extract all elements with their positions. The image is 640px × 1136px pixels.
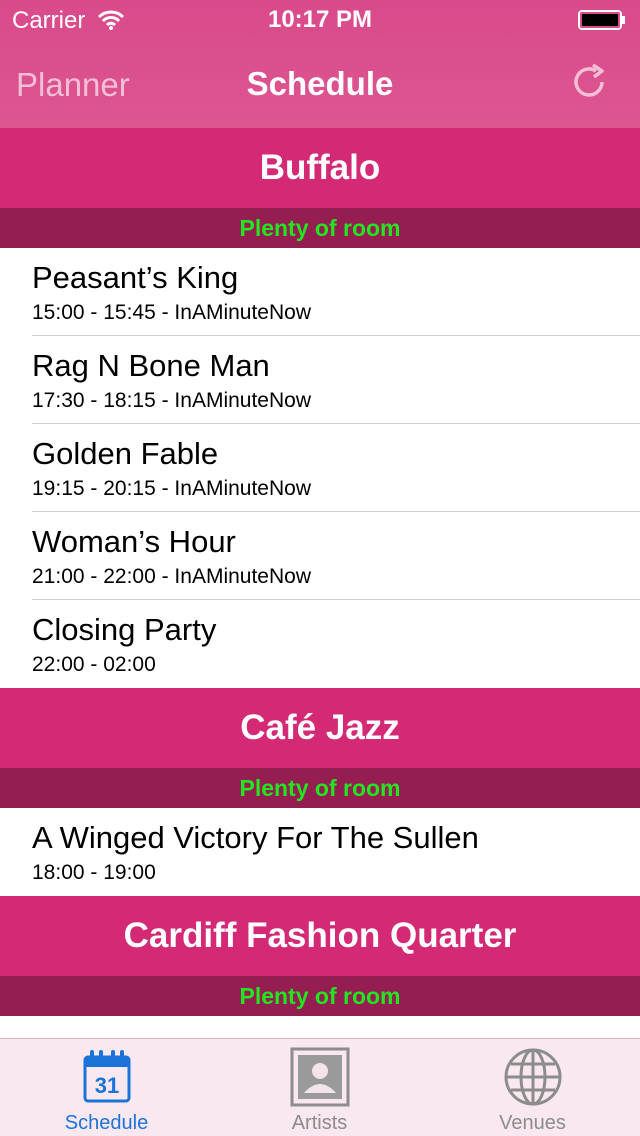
calendar-badge: 31: [94, 1073, 118, 1098]
tab-label: Venues: [499, 1112, 566, 1134]
status-bar: Carrier 10:17 PM: [0, 0, 640, 40]
refresh-icon[interactable]: [568, 60, 612, 104]
event-title: Golden Fable: [32, 436, 219, 471]
list-item[interactable]: Peasant’s King 15:00 - 15:45 - InAMinute…: [0, 248, 640, 336]
event-title: Rag N Bone Man: [32, 348, 270, 383]
event-title: Peasant’s King: [32, 260, 239, 295]
event-detail: 15:00 - 15:45 - InAMinuteNow: [32, 301, 311, 324]
page-title: Schedule: [246, 65, 394, 102]
venue-header: Buffalo: [0, 128, 640, 208]
event-title: Closing Party: [32, 612, 217, 647]
app-screen: Carrier 10:17 PM Planner Schedule Buffal…: [0, 0, 640, 1136]
capacity-status: Plenty of room: [0, 208, 640, 248]
globe-icon: [504, 1048, 561, 1106]
event-detail: 19:15 - 20:15 - InAMinuteNow: [32, 477, 311, 500]
list-item[interactable]: A Winged Victory For The Sullen 18:00 - …: [0, 808, 640, 896]
status-time: 10:17 PM: [267, 6, 373, 33]
tab-label: Artists: [291, 1112, 348, 1134]
calendar-icon: 31: [83, 1050, 130, 1103]
event-detail: 17:30 - 18:15 - InAMinuteNow: [32, 389, 311, 412]
tab-artists[interactable]: Artists: [213, 1039, 426, 1136]
tab-venues[interactable]: Venues: [426, 1039, 639, 1136]
list-item[interactable]: Woman’s Hour 21:00 - 22:00 - InAMinuteNo…: [0, 512, 640, 600]
tab-bar: 31 Schedule Artists Venues: [0, 1038, 640, 1136]
list-item[interactable]: Rag N Bone Man 17:30 - 18:15 - InAMinute…: [0, 336, 640, 424]
list-item[interactable]: Closing Party 22:00 - 02:00: [0, 600, 640, 688]
venue-header: Cardiff Fashion Quarter: [0, 896, 640, 976]
list-item[interactable]: Golden Fable 19:15 - 20:15 - InAMinuteNo…: [0, 424, 640, 512]
event-title: Woman’s Hour: [32, 524, 236, 559]
tab-label: Schedule: [64, 1112, 149, 1134]
navigation-header: Carrier 10:17 PM Planner Schedule: [0, 0, 640, 128]
nav-bar: Planner Schedule: [0, 40, 640, 128]
event-detail: 21:00 - 22:00 - InAMinuteNow: [32, 565, 311, 588]
schedule-list: Buffalo Plenty of room Peasant’s King 15…: [0, 128, 640, 1016]
event-detail: 22:00 - 02:00: [32, 653, 156, 676]
venue-header: Café Jazz: [0, 688, 640, 768]
capacity-status: Plenty of room: [0, 976, 640, 1016]
capacity-status: Plenty of room: [0, 768, 640, 808]
event-detail: 18:00 - 19:00: [32, 861, 156, 884]
contact-icon: [290, 1047, 349, 1107]
tab-schedule[interactable]: 31 Schedule: [0, 1039, 213, 1136]
battery-icon: [578, 10, 625, 30]
event-title: A Winged Victory For The Sullen: [32, 820, 479, 855]
